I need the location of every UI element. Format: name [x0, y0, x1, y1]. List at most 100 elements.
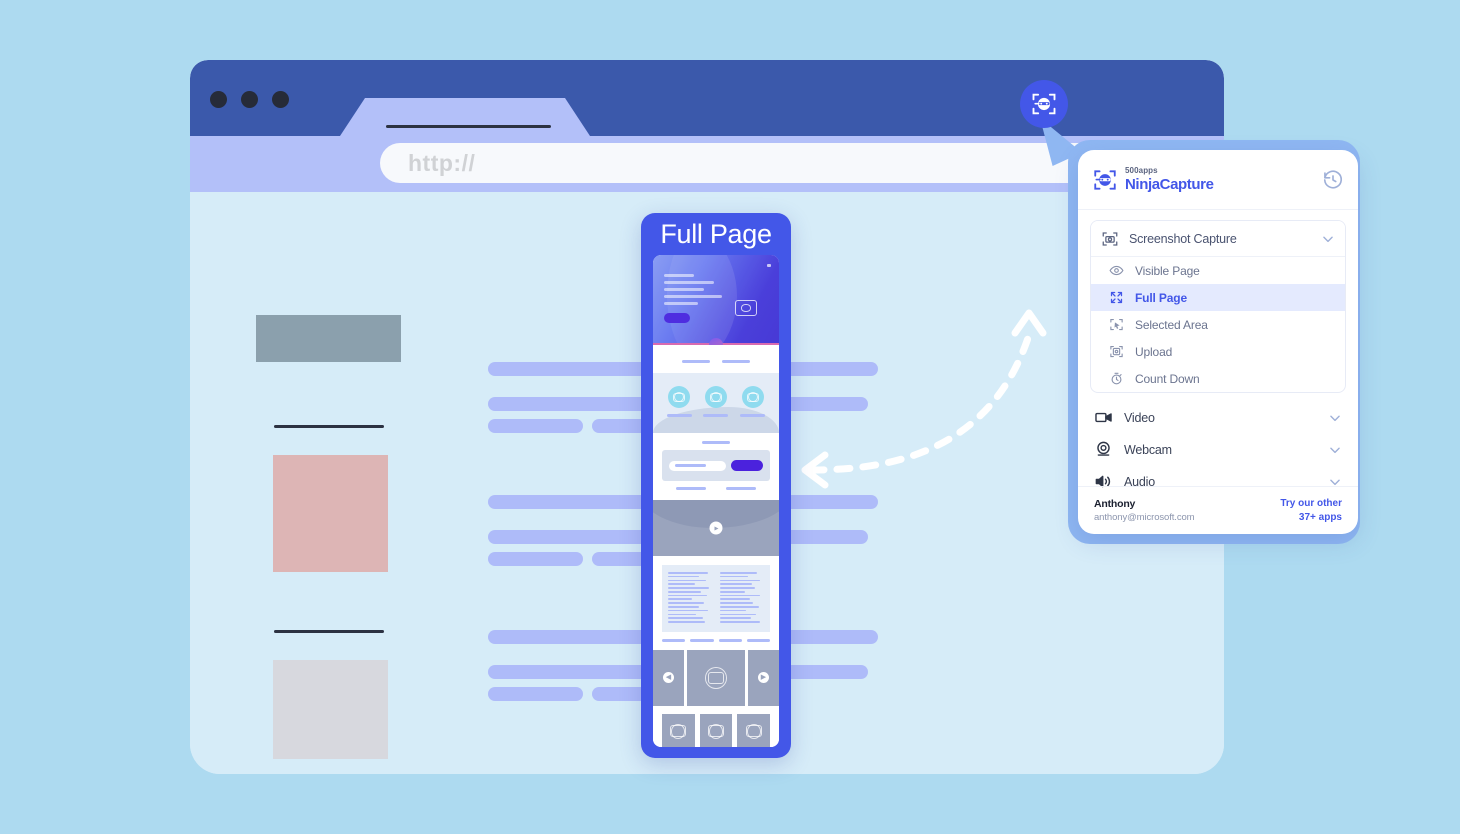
- menu-item-label: Upload: [1135, 344, 1173, 359]
- phone-mockup: Full Page ◀ ▶: [641, 213, 791, 758]
- hero-cta-button[interactable]: [664, 313, 690, 323]
- camera-icon: [709, 392, 722, 402]
- thumbnail-grid: [653, 705, 779, 747]
- camera-icon: [708, 671, 724, 684]
- hero-dot: [767, 264, 771, 267]
- menu-item-label: Selected Area: [1135, 317, 1208, 332]
- article-column: [719, 572, 765, 625]
- address-bar[interactable]: http://: [380, 143, 1160, 183]
- browser-tab-title-placeholder: [386, 125, 551, 128]
- menu-item-selected-area[interactable]: Selected Area: [1091, 311, 1345, 338]
- eye-icon: [1109, 263, 1124, 278]
- selection-cursor-icon: [1109, 317, 1124, 332]
- ninja-capture-icon: [1032, 93, 1056, 115]
- pointing-arrow-icon: [801, 309, 1047, 489]
- camera-icon: [735, 300, 757, 316]
- user-info: Anthony anthony@microsoft.com: [1094, 498, 1195, 523]
- panel-footer: Anthony anthony@microsoft.com Try our ot…: [1078, 486, 1358, 534]
- carousel-active-slide: [687, 649, 745, 706]
- window-controls[interactable]: [210, 91, 289, 108]
- avatar: [709, 338, 723, 345]
- play-button[interactable]: [709, 521, 723, 535]
- menu-item-full-page[interactable]: Full Page: [1091, 284, 1345, 311]
- section-webcam[interactable]: Webcam: [1078, 435, 1358, 464]
- thumbnail: [737, 713, 771, 747]
- features-section: [653, 373, 779, 433]
- hero-section: [653, 255, 779, 345]
- brand-sub-label: 500apps: [1125, 166, 1158, 175]
- carousel-prev-slide: ◀: [653, 649, 684, 706]
- camera-icon: [673, 392, 686, 402]
- ninja-logo-icon: [1094, 169, 1116, 190]
- intro-section: [653, 345, 779, 373]
- screenshot-capture-group: Screenshot Capture Visible Page Full Pag…: [1090, 220, 1346, 393]
- brand-logo: 500apps NinjaCapture: [1092, 167, 1214, 193]
- signup-section: [653, 433, 779, 500]
- try-line-1: Try our other: [1280, 498, 1342, 509]
- browser-tab[interactable]: [340, 98, 590, 136]
- section-label: Webcam: [1124, 442, 1172, 457]
- history-icon[interactable]: [1322, 169, 1344, 191]
- upload-image-icon: [1109, 344, 1124, 359]
- minimize-window-dot[interactable]: [241, 91, 258, 108]
- menu-item-visible-page[interactable]: Visible Page: [1091, 257, 1345, 284]
- close-window-dot[interactable]: [210, 91, 227, 108]
- screenshot-capture-label: Screenshot Capture: [1129, 231, 1237, 246]
- menu-item-label: Visible Page: [1135, 263, 1200, 278]
- panel-header: 500apps NinjaCapture: [1078, 150, 1358, 210]
- hero-text-lines: [664, 274, 722, 309]
- ninja-capture-extension-button[interactable]: [1020, 80, 1068, 128]
- user-email: anthony@microsoft.com: [1094, 512, 1195, 523]
- chevron-right-icon[interactable]: ▶: [758, 672, 769, 684]
- content-divider-1: [274, 425, 384, 428]
- gallery-carousel: ◀ ▶: [653, 649, 779, 706]
- expand-icon: [1109, 290, 1124, 305]
- address-bar-placeholder: http://: [408, 149, 476, 176]
- wave-decor: [653, 407, 779, 433]
- text-bar: [488, 552, 583, 566]
- brand-name: NinjaCapture: [1125, 176, 1214, 193]
- try-other-apps-link[interactable]: Try our other 37+ apps: [1280, 497, 1342, 524]
- try-line-2: 37+ apps: [1298, 511, 1342, 523]
- ninjacapture-panel: 500apps NinjaCapture Screenshot Capture …: [1078, 150, 1358, 534]
- section-video[interactable]: Video: [1078, 403, 1358, 432]
- camera-icon: [745, 725, 762, 738]
- camera-icon: [708, 725, 724, 738]
- screenshot-capture-header[interactable]: Screenshot Capture: [1091, 221, 1345, 257]
- video-section: [653, 500, 779, 556]
- maximize-window-dot[interactable]: [272, 91, 289, 108]
- carousel-next-slide: ▶: [748, 649, 779, 706]
- content-image-placeholder-lightgray: [273, 660, 388, 759]
- menu-item-upload[interactable]: Upload: [1091, 338, 1345, 365]
- article-columns: [662, 565, 770, 632]
- email-field[interactable]: [669, 460, 726, 471]
- video-camera-icon: [1094, 408, 1113, 427]
- chevron-down-icon[interactable]: [1328, 411, 1342, 425]
- article-column: [668, 572, 713, 625]
- browser-title-bar: [190, 60, 1224, 136]
- thumbnail: [699, 713, 733, 747]
- webcam-icon: [1094, 440, 1113, 459]
- feature-circle: [668, 386, 691, 408]
- chevron-down-icon[interactable]: [1328, 443, 1342, 457]
- screenshot-capture-icon: [1101, 230, 1119, 248]
- feature-circle: [704, 386, 727, 408]
- article-section: [653, 556, 779, 650]
- signup-form: [662, 450, 770, 481]
- content-divider-2: [274, 630, 384, 633]
- phone-screen: ◀ ▶: [653, 255, 779, 747]
- phone-title: Full Page: [660, 219, 772, 249]
- section-label: Video: [1124, 410, 1155, 425]
- content-image-placeholder-pink: [273, 455, 388, 572]
- stopwatch-icon: [1109, 371, 1124, 386]
- subscribe-button[interactable]: [731, 460, 763, 471]
- text-bar: [488, 687, 583, 701]
- chevron-left-icon[interactable]: ◀: [663, 672, 674, 684]
- camera-icon: [670, 725, 687, 738]
- user-name: Anthony: [1094, 498, 1136, 510]
- content-image-placeholder-gray: [256, 315, 401, 362]
- feature-circle: [741, 386, 764, 408]
- chevron-down-icon[interactable]: [1321, 232, 1335, 246]
- menu-item-count-down[interactable]: Count Down: [1091, 365, 1345, 392]
- menu-item-label: Full Page: [1135, 290, 1187, 305]
